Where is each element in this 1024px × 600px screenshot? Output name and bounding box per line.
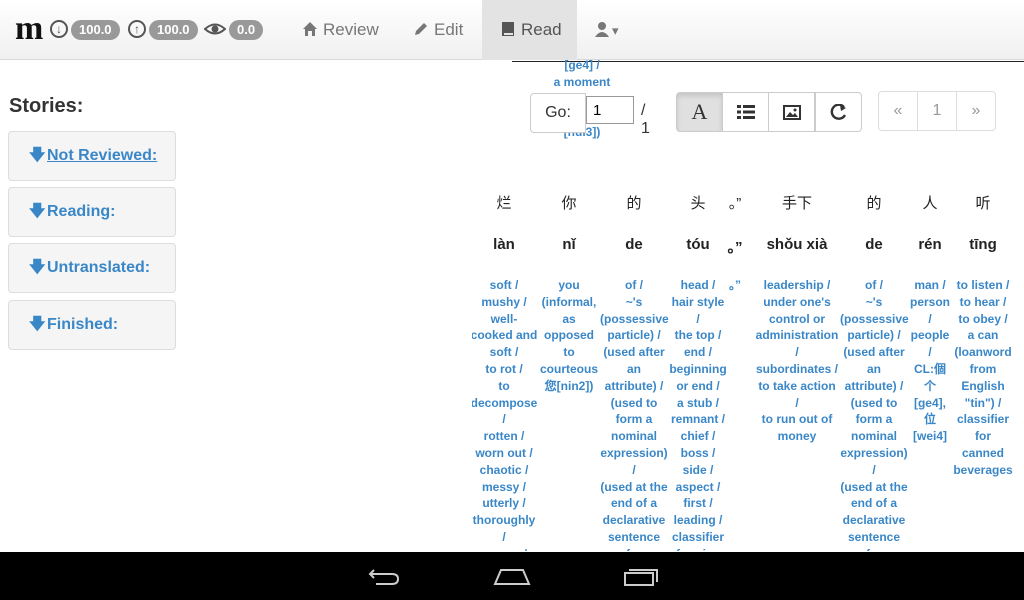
- arrow-down-icon: 🡇: [29, 203, 46, 220]
- word-hanzi: 人: [922, 195, 938, 212]
- share-icon: [830, 103, 846, 120]
- word-hanzi: 手下: [781, 195, 812, 212]
- image-mode-button[interactable]: [768, 92, 815, 132]
- story-untranslated[interactable]: 🡇Untranslated:: [8, 243, 176, 293]
- stories-title: Stories:: [9, 95, 84, 117]
- back-icon[interactable]: [366, 564, 402, 588]
- word-definition: 。”: [728, 278, 741, 292]
- word-definition: of / ~'s (possessive particle) / (used a…: [840, 278, 909, 551]
- word-hanzi: 的: [866, 195, 882, 212]
- word-definition: leadership / under one's control or admi…: [755, 278, 839, 444]
- picture-icon: [782, 105, 801, 120]
- word-pinyin: 。”: [727, 239, 743, 256]
- text-mode-label: A: [691, 99, 708, 124]
- home-icon: [303, 22, 317, 36]
- home-button-icon[interactable]: [493, 564, 531, 588]
- word-hanzi: 。”: [728, 195, 742, 212]
- word-hanzi: 的: [626, 195, 642, 212]
- word-pinyin: de: [625, 236, 643, 253]
- story-label: Finished:: [47, 316, 119, 333]
- download-stat-badge: 100.0: [71, 20, 120, 40]
- story-label: Untranslated:: [47, 259, 151, 276]
- nav-edit-label: Edit: [434, 20, 464, 39]
- word-hanzi: 听: [975, 195, 991, 212]
- word-definition: head / hair style / the top / end / begi…: [669, 278, 727, 551]
- user-icon: [595, 22, 609, 37]
- story-not-reviewed[interactable]: 🡇Not Reviewed:: [8, 131, 176, 181]
- word-pinyin: rén: [918, 236, 942, 253]
- views-stat-badge: 0.0: [229, 20, 264, 40]
- word-definition: you (informal, as opposed to courteous 您…: [539, 278, 598, 393]
- word-definition: of / ~'s (possessive particle) / (used a…: [600, 278, 669, 551]
- recent-apps-icon[interactable]: [622, 564, 660, 588]
- pencil-icon: [415, 23, 427, 35]
- word-pinyin: làn: [493, 236, 515, 253]
- arrow-down-icon: 🡇: [29, 259, 46, 276]
- nav-read[interactable]: Read: [482, 0, 577, 60]
- arrow-down-icon: 🡇: [29, 147, 46, 164]
- nav-review-label: Review: [323, 20, 379, 39]
- user-menu[interactable]: ▾: [594, 0, 632, 60]
- page-current[interactable]: 1: [917, 91, 957, 131]
- app-logo[interactable]: m: [15, 12, 43, 46]
- book-icon: [502, 22, 514, 36]
- download-circle-icon: ↓: [50, 20, 68, 38]
- word-pinyin: tīng: [969, 236, 997, 253]
- system-navigation-bar: [0, 552, 1024, 600]
- word-pinyin: shǒu xià: [766, 236, 828, 253]
- story-finished[interactable]: 🡇Finished:: [8, 300, 176, 350]
- list-icon: [736, 105, 755, 119]
- word-pinyin: nǐ: [562, 236, 576, 253]
- story-label: Reading:: [47, 203, 116, 220]
- caret-down-icon: ▾: [612, 23, 619, 38]
- word-hanzi: 烂: [496, 195, 512, 212]
- page-input[interactable]: [586, 96, 634, 124]
- go-button[interactable]: Go:: [530, 93, 586, 133]
- share-button[interactable]: [815, 92, 862, 132]
- eye-icon: [204, 23, 226, 35]
- word-hanzi: 你: [561, 195, 577, 212]
- page-prev[interactable]: «: [878, 91, 918, 131]
- top-navbar: m ↓ 100.0 ↑ 100.0 0.0 Review Edit Read ▾: [0, 0, 1024, 60]
- arrow-down-icon: 🡇: [29, 316, 46, 333]
- word-definition: man / person / people / CL:個 个 [ge4], 位 …: [909, 278, 950, 444]
- story-label: Not Reviewed:: [47, 147, 158, 164]
- page-total: / 1: [641, 102, 650, 137]
- word-definition: soft / mushy / well- cooked and soft / t…: [472, 278, 538, 551]
- word-pinyin: de: [865, 236, 883, 253]
- list-mode-button[interactable]: [722, 92, 769, 132]
- reading-area: 烂 làn soft / mushy / well- cooked and so…: [472, 150, 1024, 551]
- nav-review[interactable]: Review: [302, 0, 379, 60]
- story-reading[interactable]: 🡇Reading:: [8, 187, 176, 237]
- word-definition: to listen / to hear / to obey / a can (l…: [953, 278, 1013, 477]
- upload-stat-badge: 100.0: [149, 20, 198, 40]
- nav-edit[interactable]: Edit: [413, 0, 463, 60]
- upload-circle-icon: ↑: [128, 20, 146, 38]
- page-next[interactable]: »: [956, 91, 996, 131]
- text-mode-button[interactable]: A: [676, 92, 723, 132]
- nav-read-label: Read: [521, 20, 562, 39]
